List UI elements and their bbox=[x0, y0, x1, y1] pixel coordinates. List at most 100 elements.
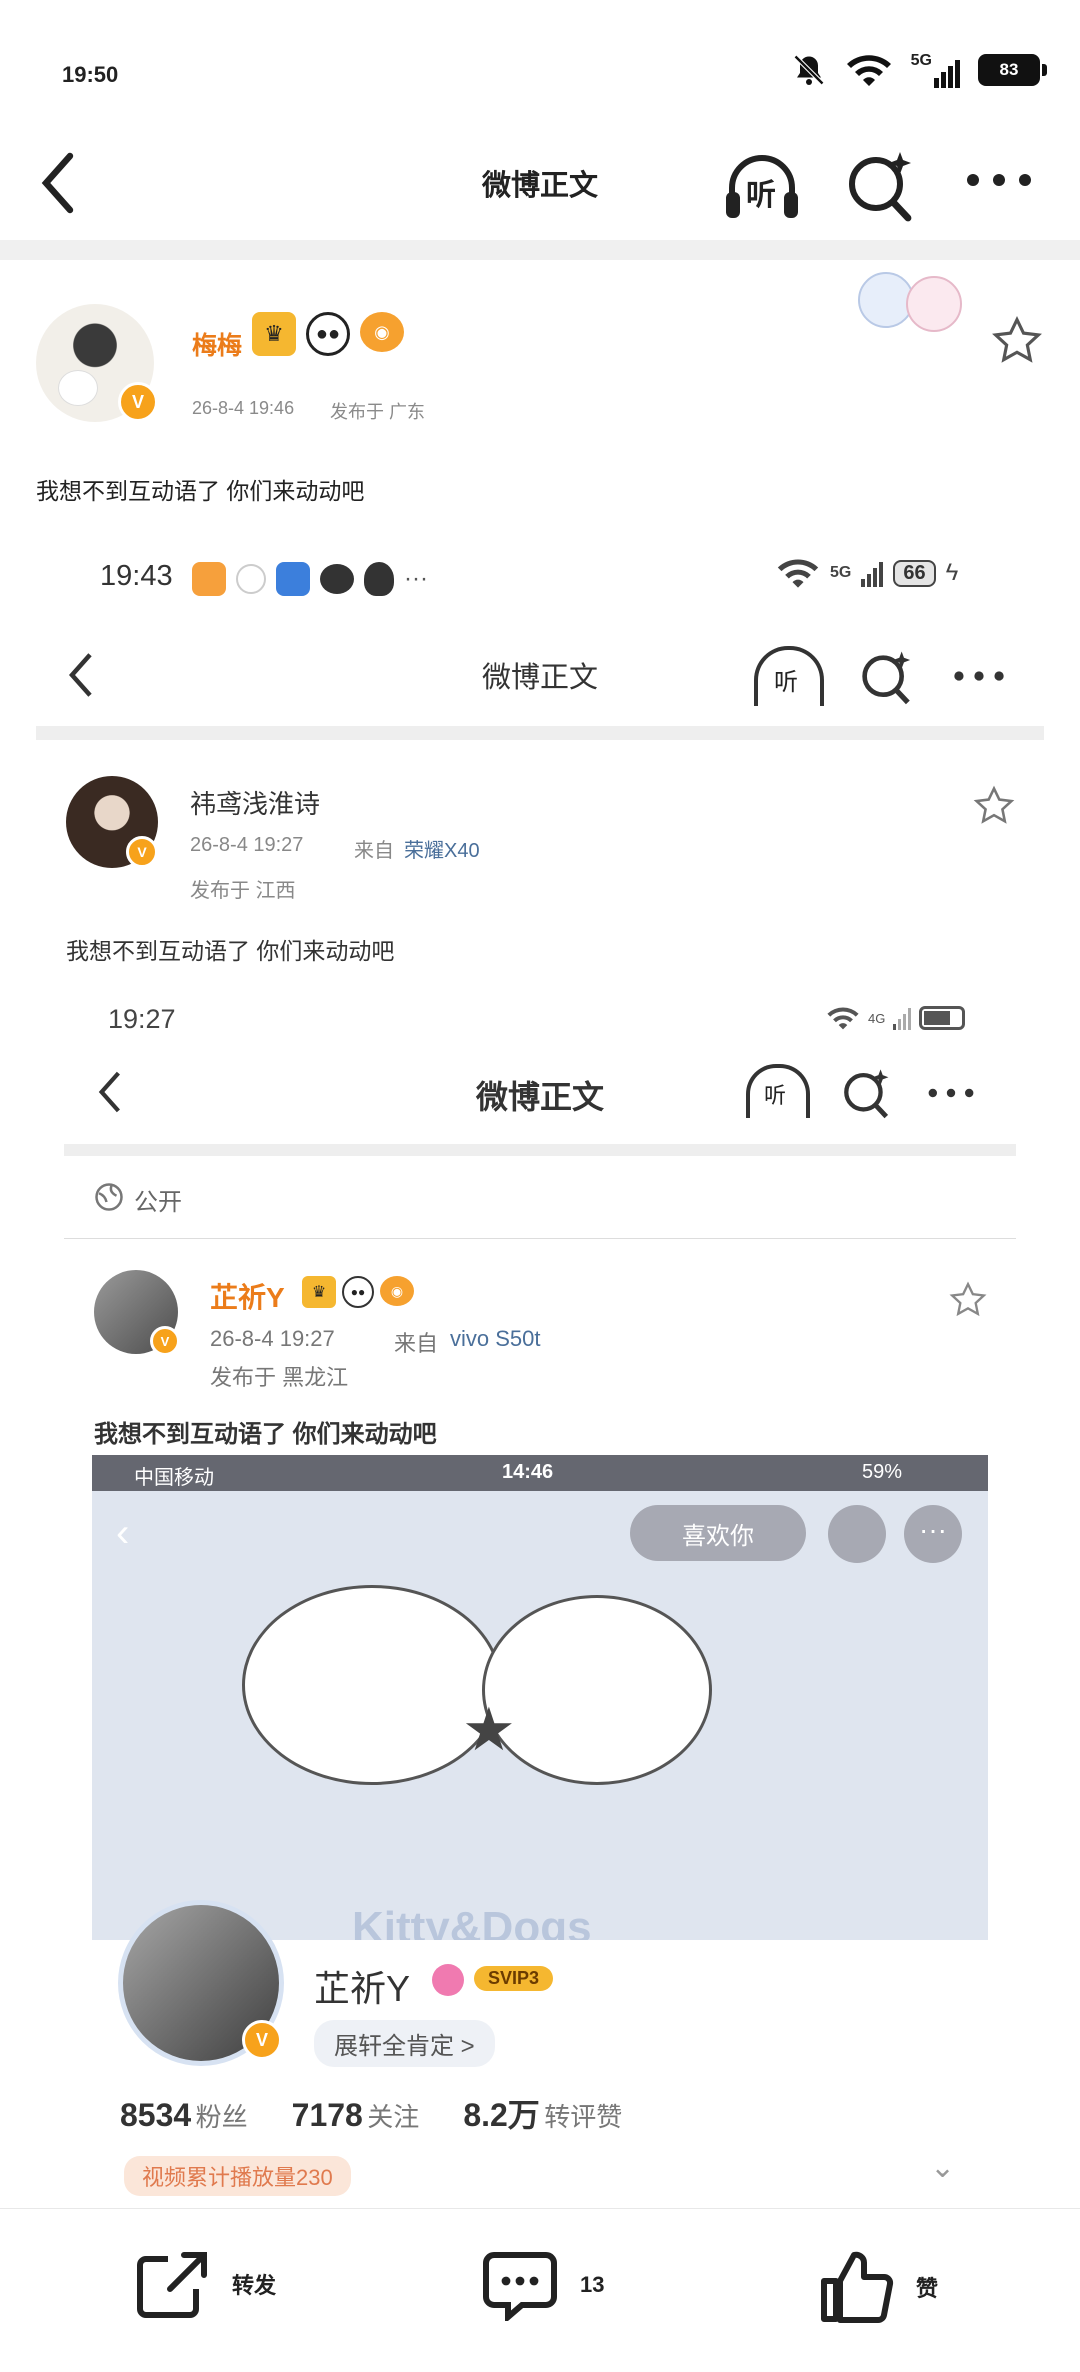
cat-illustration bbox=[482, 1595, 712, 1785]
page-title: 微博正文 bbox=[481, 170, 598, 202]
like-button[interactable]: 赞 bbox=[818, 2249, 938, 2325]
wifi-icon bbox=[777, 559, 819, 588]
thumbs-up-icon bbox=[821, 2251, 894, 2323]
photo-like-pill: 喜欢你 bbox=[630, 1505, 806, 1561]
photo-more-icon: ··· bbox=[904, 1505, 962, 1563]
profile-verified-badge: V bbox=[242, 2020, 282, 2060]
photo-like-label: 喜欢你 bbox=[682, 1522, 754, 1550]
share-icon bbox=[137, 2252, 207, 2318]
chevron-down-icon: ⌄ bbox=[930, 2151, 956, 2184]
embedded2-listen-label: 听 bbox=[764, 1083, 787, 1108]
like-label: 赞 bbox=[916, 2276, 939, 2301]
listen-label: 听 bbox=[746, 179, 776, 212]
stat-interactions: 8.2万 转评赞 bbox=[463, 2090, 622, 2136]
embedded2-network: 4G bbox=[868, 1010, 886, 1026]
embedded2-search-icon bbox=[844, 1069, 889, 1119]
stat-fans-label: 粉丝 bbox=[195, 2102, 248, 2132]
repost-button[interactable]: 转发 bbox=[136, 2249, 276, 2319]
embedded-more-icon bbox=[954, 671, 1004, 681]
embedded2-username: 芷祈Y bbox=[210, 1282, 285, 1313]
embedded2-more-icon bbox=[928, 1088, 974, 1098]
photo-carrier: 中国移动 bbox=[134, 1467, 214, 1489]
embedded-time: 26-8-4 19:27 bbox=[190, 834, 304, 856]
profile-sub-pill: 展轩全肯定 > bbox=[314, 2020, 495, 2067]
embedded-listen-icon: 听 bbox=[754, 646, 824, 706]
embedded2-divider bbox=[64, 1144, 1016, 1156]
embedded-status-icons: 5G 66 ϟ bbox=[776, 558, 958, 588]
stat-fans-value: 8534 bbox=[120, 2097, 192, 2133]
more-icon[interactable] bbox=[964, 170, 1034, 190]
verified-badge: V bbox=[118, 382, 158, 422]
signal-icon bbox=[861, 559, 884, 587]
signal-icon bbox=[893, 1006, 912, 1030]
panda-icon: ●● bbox=[306, 312, 350, 356]
embedded-star-icon bbox=[973, 785, 1015, 824]
network-type: 5G bbox=[910, 52, 932, 69]
embedded2-time: 26-8-4 19:27 bbox=[210, 1326, 335, 1351]
embedded2-status-icons: 4G bbox=[826, 1006, 966, 1030]
embedded-profile-image: 中国移动 14:46 59% ‹ 喜欢你 ··· ★ Kitty&Dogs bbox=[92, 1455, 988, 1950]
embedded-battery: 66 bbox=[893, 559, 936, 587]
wifi-icon bbox=[846, 55, 891, 86]
photo-time: 14:46 bbox=[502, 1461, 554, 1483]
status-bar: 19:50 5G 83 bbox=[0, 0, 1080, 140]
top-nav: 微博正文 听 bbox=[0, 130, 1080, 240]
embedded2-star-icon bbox=[949, 1281, 987, 1317]
embedded-search-icon bbox=[862, 651, 911, 705]
stat-interactions-value: 8.2万 bbox=[463, 2097, 540, 2133]
stat-following: 7178 关注 bbox=[292, 2097, 420, 2134]
fish-icon: ◉ bbox=[380, 1276, 414, 1306]
post-location: 发布于 广东 bbox=[330, 402, 426, 422]
listen-button[interactable]: 听 bbox=[720, 144, 804, 228]
header-divider bbox=[0, 240, 1080, 260]
charging-icon: ϟ bbox=[945, 559, 959, 586]
profile-stats: 8534 粉丝 7178 关注 8.2万 转评赞 bbox=[120, 2090, 622, 2136]
photo-back-icon: ‹ bbox=[116, 1511, 130, 1555]
stat-following-value: 7178 bbox=[291, 2097, 363, 2133]
user-badges: ♛ ●● ◉ bbox=[252, 312, 404, 356]
username[interactable]: 梅梅 bbox=[192, 326, 242, 362]
embedded-post-text: 我想不到互动语了 你们来动动吧 bbox=[66, 938, 395, 964]
svip-badge: SVIP3 bbox=[474, 1966, 554, 1991]
panda-icon: ●● bbox=[342, 1276, 374, 1308]
embedded-username: 祎鸢浅淮诗 bbox=[190, 789, 321, 819]
embedded2-badges: ♛ ●● ◉ bbox=[302, 1276, 414, 1308]
visibility-label: 公开 bbox=[134, 1189, 182, 1216]
battery-level: 83 bbox=[999, 60, 1019, 79]
embedded2-verified-badge: V bbox=[150, 1326, 180, 1356]
signal-5g-icon: 5G bbox=[911, 52, 960, 88]
post-time: 26-8-4 19:46 bbox=[192, 398, 295, 418]
search-sparkle-icon[interactable] bbox=[846, 148, 916, 222]
globe-icon bbox=[95, 1183, 123, 1211]
favorite-star-icon[interactable] bbox=[990, 314, 1044, 368]
photo-status-bar: 中国移动 14:46 59% bbox=[92, 1455, 988, 1491]
embedded2-source-prefix: 来自 bbox=[394, 1331, 439, 1356]
stat-fans: 8534 粉丝 bbox=[120, 2097, 248, 2134]
photo-search-icon bbox=[828, 1505, 886, 1563]
comment-button[interactable]: 13 bbox=[482, 2249, 604, 2321]
wifi-icon bbox=[827, 1007, 859, 1030]
crown-badge-icon: ♛ bbox=[252, 312, 296, 356]
status-time: 19:50 bbox=[62, 62, 119, 87]
bottom-action-bar: 转发 13 赞 bbox=[0, 2208, 1080, 2372]
embedded2-location: 发布于 黑龙江 bbox=[210, 1365, 349, 1390]
embedded-app-icons: ··· bbox=[192, 562, 428, 596]
photo-battery: 59% bbox=[862, 1461, 903, 1483]
embedded-status-time: 19:43 bbox=[100, 560, 173, 592]
fish-icon: ◉ bbox=[360, 312, 404, 352]
embedded2-source: vivo S50t bbox=[450, 1326, 541, 1351]
video-play-tag: 视频累计播放量230 bbox=[124, 2156, 351, 2196]
battery-icon bbox=[919, 1006, 966, 1030]
comment-count: 13 bbox=[580, 2272, 605, 2297]
sticker-decoration bbox=[838, 262, 988, 342]
embedded-verified-badge: V bbox=[126, 836, 158, 868]
profile-username: 芷祈Y bbox=[314, 1968, 411, 2009]
embedded-divider bbox=[36, 726, 1044, 740]
battery-indicator: 83 bbox=[978, 54, 1047, 86]
embedded-nav-title: 微博正文 bbox=[481, 662, 598, 694]
stat-following-label: 关注 bbox=[367, 2102, 420, 2132]
video-play-label: 视频累计播放量230 bbox=[142, 2165, 333, 2190]
mute-icon bbox=[793, 54, 824, 86]
embedded-network: 5G bbox=[830, 564, 852, 581]
embedded2-post-text: 我想不到互动语了 你们来动动吧 bbox=[94, 1421, 437, 1448]
